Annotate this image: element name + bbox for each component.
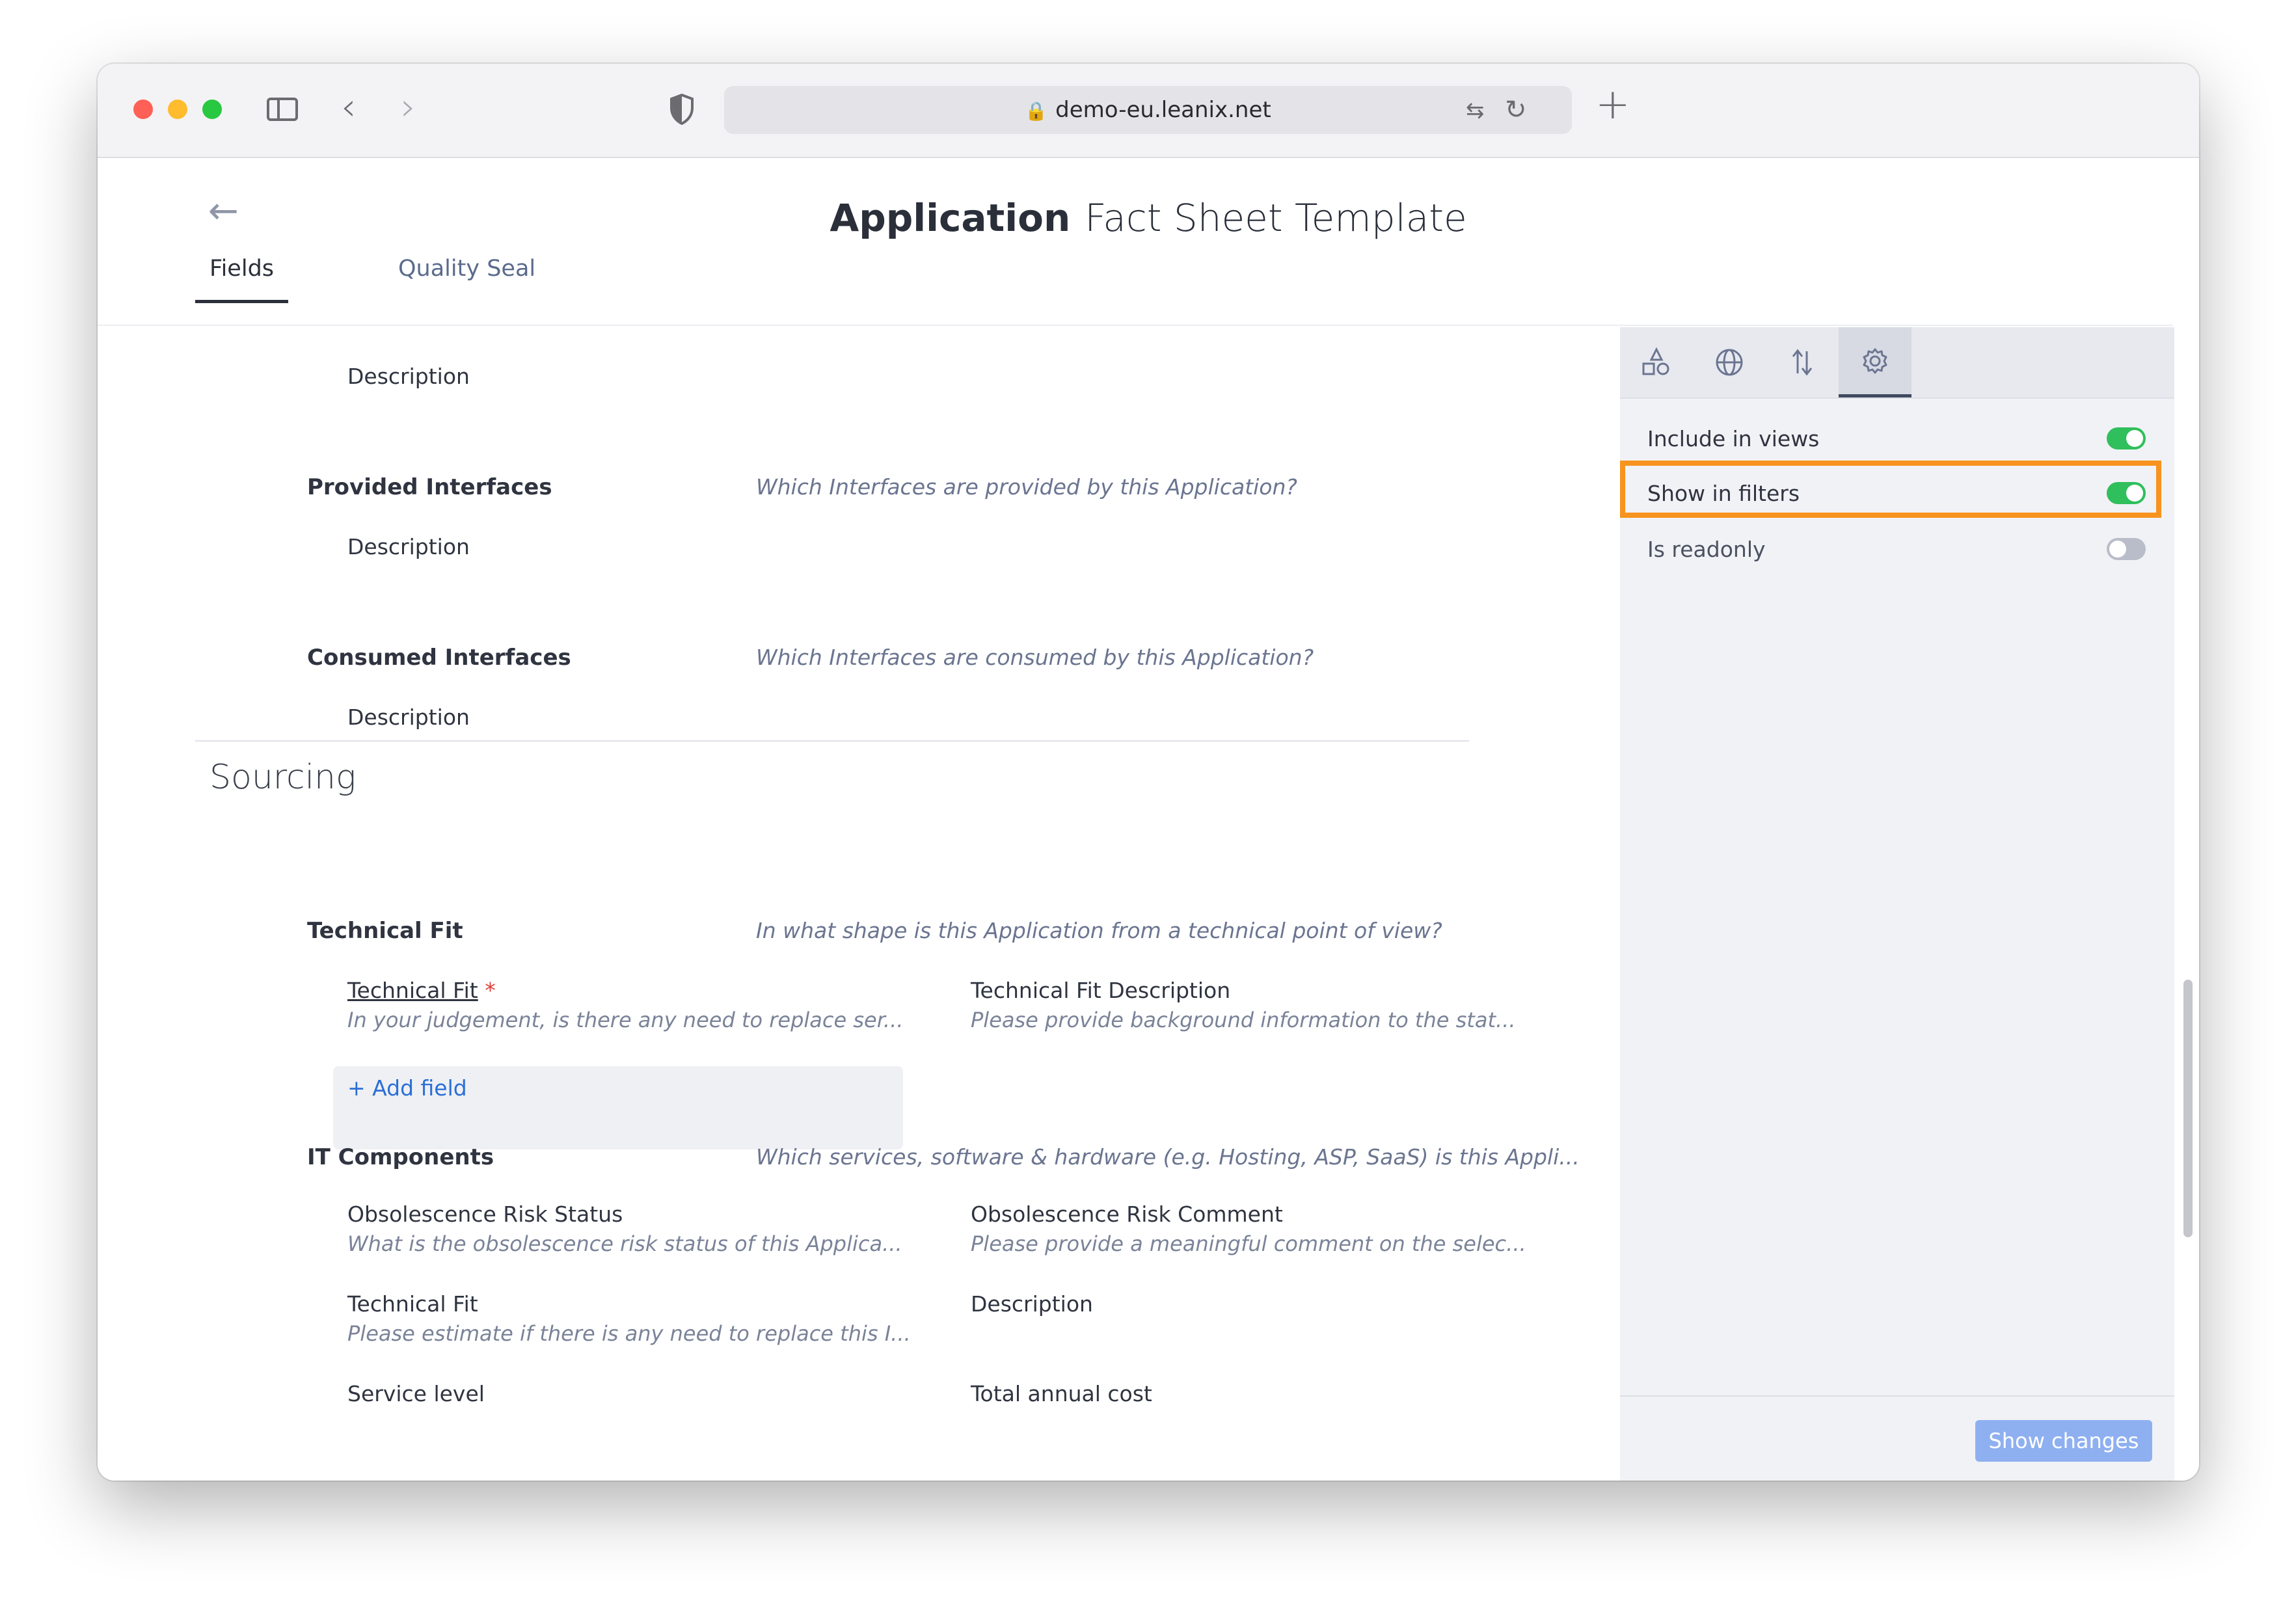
translate-icon[interactable]: ⇆ — [1466, 98, 1485, 124]
new-tab-icon[interactable]: + — [1595, 82, 1630, 127]
field-label-technical-fit[interactable]: Technical Fit * — [347, 978, 496, 1003]
address-bar[interactable]: 🔒 demo-eu.leanix.net ⇆ ↻ — [724, 86, 1572, 134]
panel-footer-divider — [1620, 1395, 2174, 1397]
shapes-icon[interactable] — [1620, 327, 1693, 397]
field-label[interactable]: Total annual cost — [971, 1381, 1152, 1406]
section-divider — [195, 740, 1469, 742]
field-description: Please provide background information to… — [971, 1008, 1516, 1032]
setting-label-include-in-views: Include in views — [1647, 426, 1820, 451]
reload-icon[interactable]: ↻ — [1505, 95, 1527, 125]
section-question: In what shape is this Application from a… — [756, 918, 1442, 943]
field-description: Please provide a meaningful comment on t… — [971, 1231, 1526, 1256]
field-label[interactable]: Description — [347, 364, 470, 389]
section-title-it-components[interactable]: IT Components — [307, 1144, 494, 1170]
close-window-button[interactable] — [133, 100, 153, 119]
fields-list: Description Provided Interfaces Which In… — [195, 327, 1580, 1479]
zoom-window-button[interactable] — [202, 100, 222, 119]
field-description: Please estimate if there is any need to … — [347, 1321, 911, 1346]
field-label-text: Technical Fit — [347, 978, 478, 1003]
page-title-bold: Application — [830, 196, 1071, 240]
page: ← Application Fact Sheet Template Fields … — [98, 158, 2199, 1481]
minimize-window-button[interactable] — [168, 100, 187, 119]
field-label[interactable]: Obsolescence Risk Comment — [971, 1201, 1283, 1227]
section-question: Which services, software & hardware (e.g… — [756, 1144, 1580, 1170]
browser-toolbar: ‹ › 🔒 demo-eu.leanix.net ⇆ ↻ + — [98, 64, 2199, 158]
setting-label-show-in-filters: Show in filters — [1647, 481, 1800, 506]
field-label[interactable]: Technical Fit — [347, 1291, 478, 1317]
field-label[interactable]: Description — [347, 534, 470, 559]
add-field-button[interactable]: + Add field — [347, 1075, 467, 1101]
toggle-knob — [2109, 541, 2126, 557]
header-divider — [98, 325, 2173, 326]
toggle-knob — [2126, 485, 2143, 502]
show-changes-button[interactable]: Show changes — [1975, 1420, 2152, 1462]
sidebar-toggle-icon[interactable] — [267, 98, 298, 121]
gear-icon[interactable] — [1839, 327, 1911, 397]
page-title: Application Fact Sheet Template — [98, 196, 2199, 240]
url-text: 🔒 demo-eu.leanix.net — [724, 86, 1572, 134]
tab-fields[interactable]: Fields — [195, 256, 289, 303]
toggle-knob — [2126, 430, 2143, 447]
globe-icon[interactable] — [1693, 327, 1766, 397]
forward-nav-icon[interactable]: › — [401, 87, 416, 126]
is-readonly-toggle[interactable] — [2107, 538, 2146, 560]
field-description: What is the obsolescence risk status of … — [347, 1231, 902, 1256]
show-in-filters-toggle[interactable] — [2107, 482, 2146, 504]
field-label[interactable]: Description — [347, 704, 470, 730]
field-label[interactable]: Technical Fit Description — [971, 978, 1230, 1003]
browser-window: ‹ › 🔒 demo-eu.leanix.net ⇆ ↻ + ← Applicat… — [98, 64, 2199, 1481]
group-title-sourcing: Sourcing — [209, 758, 357, 797]
back-nav-icon[interactable]: ‹ — [341, 87, 356, 126]
section-title-consumed-interfaces[interactable]: Consumed Interfaces — [307, 645, 571, 671]
panel-tabs — [1620, 327, 2174, 399]
page-title-subtitle: Fact Sheet Template — [1085, 196, 1467, 240]
setting-label-is-readonly: Is readonly — [1647, 537, 1766, 562]
section-question: Which Interfaces are provided by this Ap… — [756, 474, 1297, 500]
tab-quality-seal[interactable]: Quality Seal — [398, 256, 535, 300]
section-title-provided-interfaces[interactable]: Provided Interfaces — [307, 474, 552, 500]
section-title-technical-fit[interactable]: Technical Fit — [307, 918, 463, 944]
field-label[interactable]: Service level — [347, 1381, 485, 1406]
include-in-views-toggle[interactable] — [2107, 427, 2146, 449]
field-label[interactable]: Obsolescence Risk Status — [347, 1201, 623, 1227]
sort-icon[interactable] — [1766, 327, 1839, 397]
field-settings-panel: Include in views Show in filters Is read… — [1620, 327, 2174, 1481]
field-label[interactable]: Description — [971, 1291, 1093, 1317]
required-marker: * — [485, 978, 496, 1003]
scrollbar[interactable] — [2183, 980, 2193, 1237]
privacy-shield-icon[interactable] — [669, 93, 695, 127]
url-label: demo-eu.leanix.net — [1055, 97, 1271, 123]
field-description: In your judgement, is there any need to … — [347, 1008, 904, 1032]
section-question: Which Interfaces are consumed by this Ap… — [756, 645, 1314, 670]
lock-icon: 🔒 — [1025, 100, 1048, 122]
